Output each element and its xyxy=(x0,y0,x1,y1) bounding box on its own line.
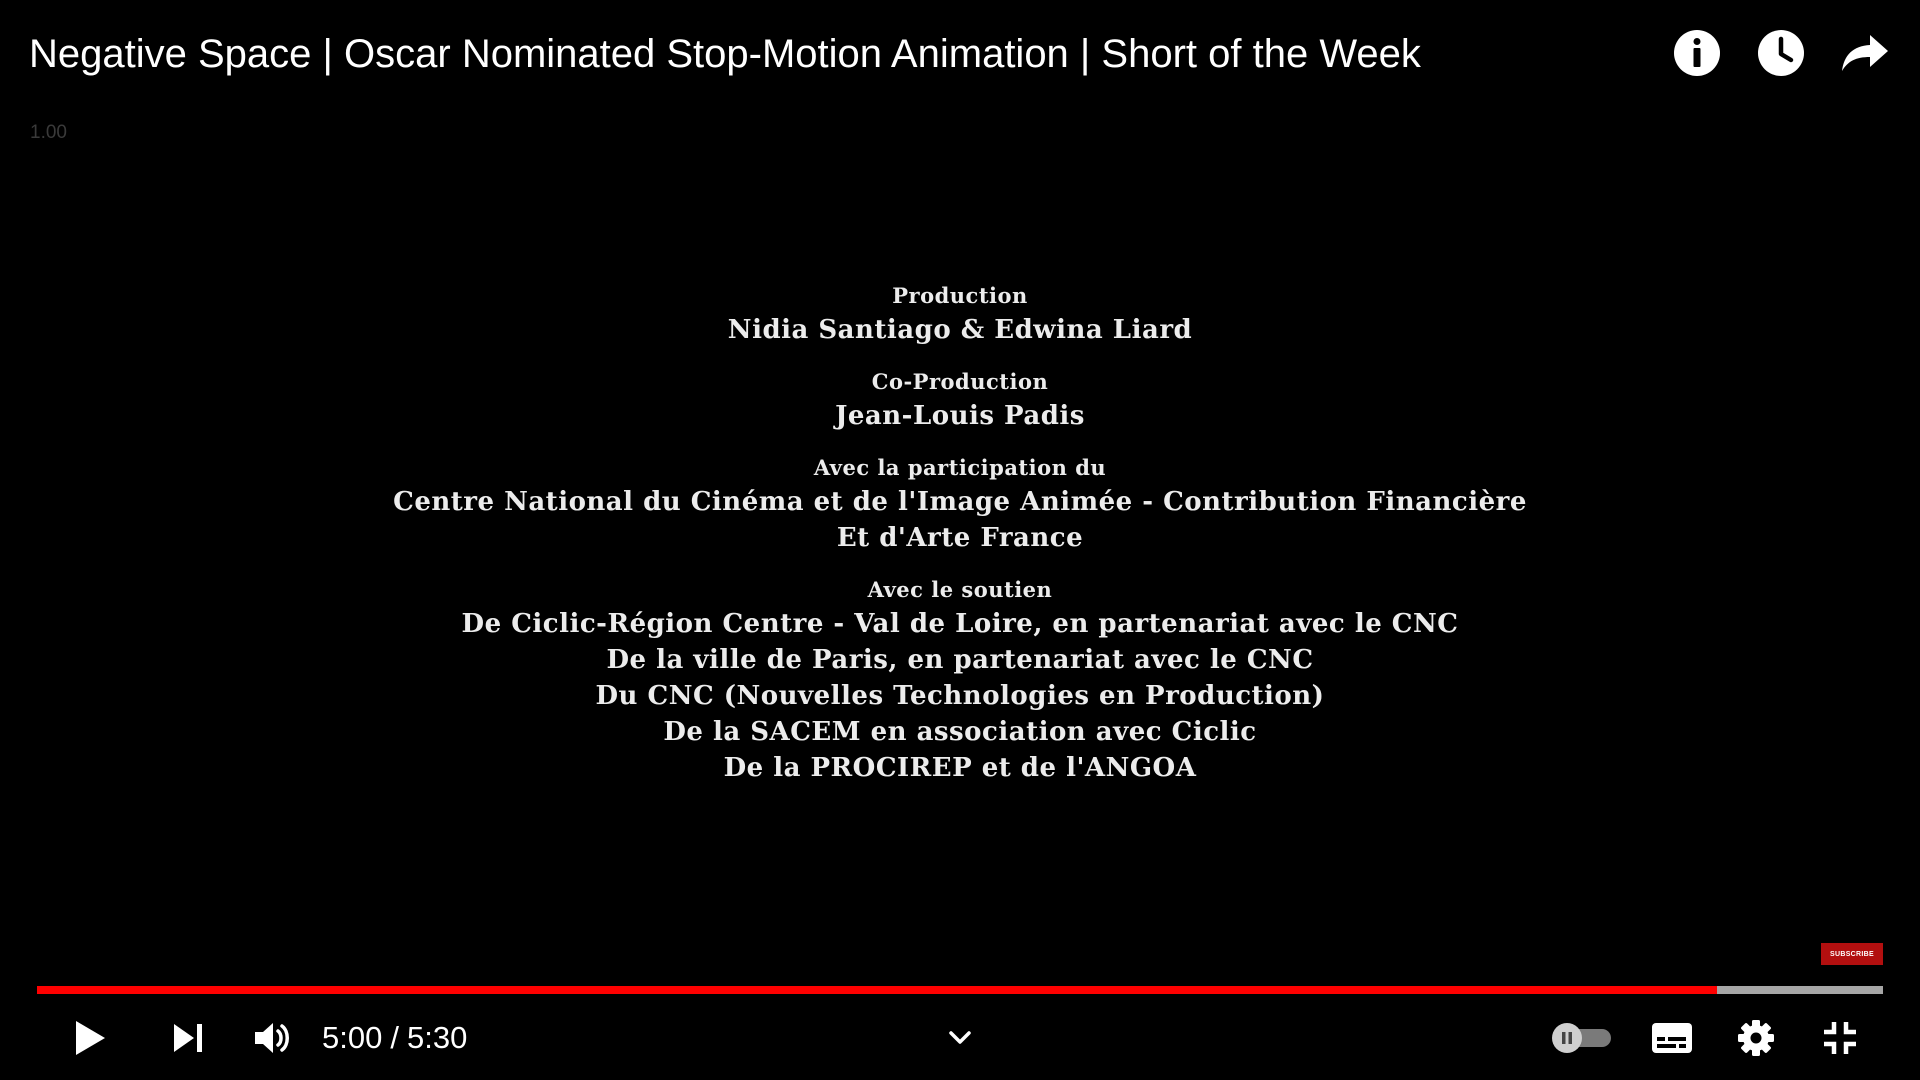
credit-block-co-production: Co-Production Jean-Louis Padis xyxy=(0,366,1920,434)
subscribe-button[interactable]: SUBSCRIBE xyxy=(1821,943,1883,965)
credit-name: De la ville de Paris, en partenariat ave… xyxy=(606,645,1314,675)
video-title[interactable]: Negative Space | Oscar Nominated Stop-Mo… xyxy=(29,28,1421,80)
playback-speed-label: 1.00 xyxy=(30,122,67,143)
top-icon-bar xyxy=(1670,26,1892,80)
credit-name: De la PROCIREP et de l'ANGOA xyxy=(723,753,1197,783)
autoplay-pause-icon xyxy=(1552,1023,1611,1053)
share-icon[interactable] xyxy=(1838,26,1892,80)
next-button[interactable] xyxy=(160,1010,216,1066)
exit-fullscreen-icon xyxy=(1824,1022,1856,1054)
credit-name: Jean-Louis Padis xyxy=(835,401,1085,431)
current-time: 5:00 xyxy=(322,1020,383,1055)
credit-name: Centre National du Cinéma et de l'Image … xyxy=(393,487,1527,517)
video-player[interactable]: Negative Space | Oscar Nominated Stop-Mo… xyxy=(0,0,1920,1080)
credit-name: Du CNC (Nouvelles Technologies en Produc… xyxy=(595,681,1325,711)
info-icon[interactable] xyxy=(1670,26,1724,80)
play-button[interactable] xyxy=(62,1010,118,1066)
credit-block-soutien: Avec le soutien De Ciclic-Région Centre … xyxy=(0,574,1920,786)
gear-icon xyxy=(1738,1020,1774,1056)
time-separator: / xyxy=(390,1020,399,1055)
credit-role: Production xyxy=(892,283,1028,308)
credit-role: Co-Production xyxy=(871,369,1049,394)
subtitles-button[interactable] xyxy=(1648,1010,1696,1066)
credit-name: Et d'Arte France xyxy=(836,523,1084,553)
end-credits: Production Nidia Santiago & Edwina Liard… xyxy=(0,280,1920,804)
settings-button[interactable] xyxy=(1732,1010,1780,1066)
credit-role: Avec le soutien xyxy=(867,577,1053,602)
time-display: 5:00/5:30 xyxy=(322,1010,467,1066)
progress-bar[interactable] xyxy=(37,986,1883,994)
chapter-expand-button[interactable] xyxy=(940,1010,980,1066)
volume-icon xyxy=(255,1023,289,1053)
credit-name: De la SACEM en association avec Ciclic xyxy=(663,717,1257,747)
credit-role: Avec la participation du xyxy=(813,455,1107,480)
subtitles-icon xyxy=(1652,1023,1692,1053)
credit-block-participation: Avec la participation du Centre National… xyxy=(0,452,1920,556)
skip-next-icon xyxy=(174,1024,202,1052)
chevron-down-icon xyxy=(949,1031,971,1044)
credit-name: Nidia Santiago & Edwina Liard xyxy=(727,315,1193,345)
volume-button[interactable] xyxy=(244,1010,300,1066)
credit-name: De Ciclic-Région Centre - Val de Loire, … xyxy=(461,609,1459,639)
exit-fullscreen-button[interactable] xyxy=(1816,1010,1864,1066)
duration: 5:30 xyxy=(406,1020,468,1055)
autoplay-toggle[interactable] xyxy=(1548,1010,1614,1066)
progress-played xyxy=(37,986,1718,994)
watch-later-icon[interactable] xyxy=(1754,26,1808,80)
play-icon xyxy=(76,1021,105,1055)
control-bar: 5:00/5:30 xyxy=(0,1010,1920,1066)
credit-block-production: Production Nidia Santiago & Edwina Liard xyxy=(0,280,1920,348)
